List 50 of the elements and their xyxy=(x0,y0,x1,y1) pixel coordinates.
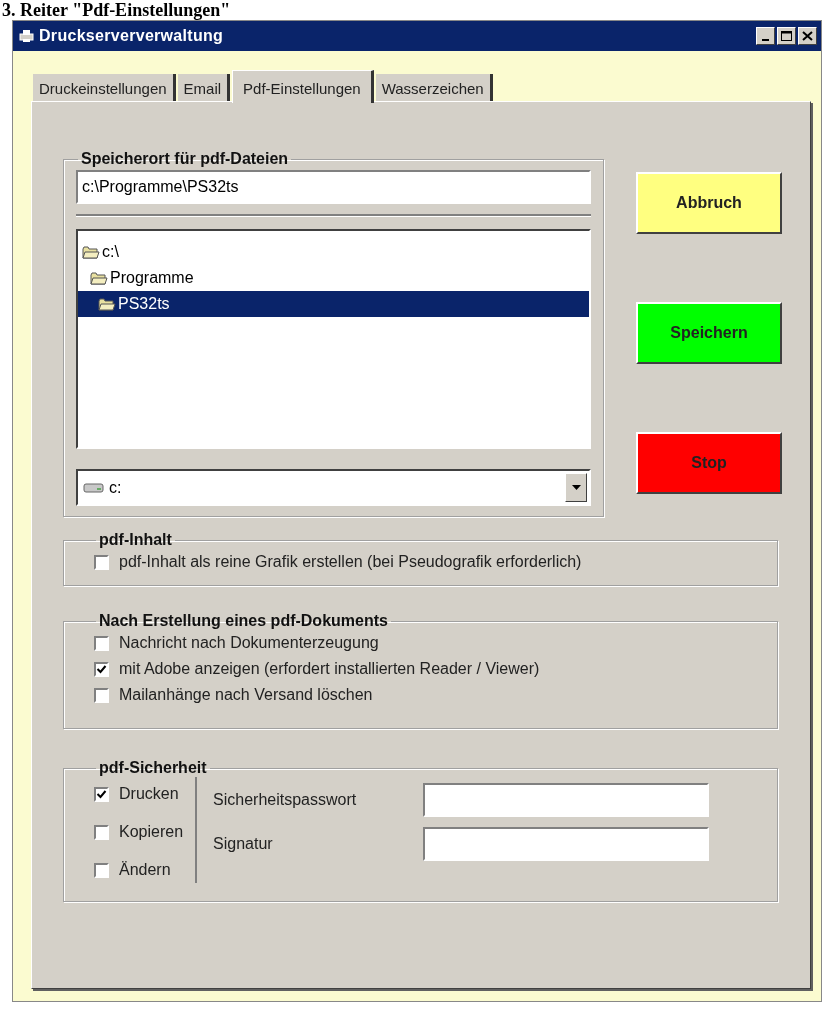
checkbox-label: Mailanhänge nach Versand löschen xyxy=(119,686,373,704)
close-icon xyxy=(800,29,815,43)
checkbox[interactable] xyxy=(94,862,109,878)
checkbox-label: pdf-Inhalt als reine Grafik erstellen (bei Pseudografik erforderlich) xyxy=(119,553,582,571)
tab[interactable]: Druckeinstellungen xyxy=(33,74,176,101)
group-title: pdf-Sicherheit xyxy=(98,759,208,777)
tree-item[interactable]: PS32ts xyxy=(78,291,589,317)
checkbox-label: Nachricht nach Dokumenterzeugung xyxy=(119,634,379,652)
checkbox-label: Kopieren xyxy=(119,823,184,841)
checkbox-label: mit Adobe anzeigen (erfordert installierten Reader / Viewer) xyxy=(119,660,540,678)
action-button[interactable]: Speichern xyxy=(636,302,782,364)
checkbox[interactable] xyxy=(94,554,109,570)
window-title: Druckserververwaltung xyxy=(39,27,225,45)
dropdown-arrow-button[interactable] xyxy=(565,473,587,502)
maximize-icon xyxy=(779,29,794,43)
page-heading: 3. Reiter "Pdf-Einstellungen" xyxy=(1,0,232,20)
folder-icon xyxy=(82,245,100,259)
path-field[interactable]: c:\Programme\PS32ts xyxy=(76,170,591,204)
caret-icon xyxy=(571,485,581,490)
tree-item[interactable]: Programme xyxy=(78,265,589,291)
maximize-button[interactable] xyxy=(777,27,796,45)
drive-icon xyxy=(83,481,105,494)
checkbox-label: Drucken xyxy=(119,785,179,803)
tab[interactable]: Wasserzeichen xyxy=(375,74,493,101)
folder-icon xyxy=(90,271,108,285)
checkbox[interactable] xyxy=(94,661,109,677)
field-label: Sicherheitspasswort xyxy=(213,791,358,809)
checkbox[interactable] xyxy=(94,824,109,840)
text-field[interactable] xyxy=(423,827,710,861)
action-button[interactable]: Stop xyxy=(636,432,782,494)
text-field[interactable] xyxy=(423,783,710,817)
group-title: Speicherort für pdf-Dateien xyxy=(80,150,290,168)
tab[interactable]: Pdf-Einstellungen xyxy=(232,70,374,103)
close-button[interactable] xyxy=(798,27,817,45)
checkbox[interactable] xyxy=(94,786,109,802)
printer-icon xyxy=(19,29,35,43)
field-label: Signatur xyxy=(213,835,274,853)
minimize-icon xyxy=(762,39,769,41)
folder-icon xyxy=(98,297,116,311)
group-title: pdf-Inhalt xyxy=(98,531,173,549)
tab[interactable]: Email xyxy=(177,74,231,101)
drive-dropdown[interactable]: c: xyxy=(76,469,591,506)
checkbox[interactable] xyxy=(94,635,109,651)
checkbox-label: Ändern xyxy=(119,861,171,879)
minimize-button[interactable] xyxy=(756,27,775,45)
group-title: Nach Erstellung eines pdf-Dokuments xyxy=(98,612,389,630)
tree-item[interactable]: c:\ xyxy=(78,239,589,265)
action-button[interactable]: Abbruch xyxy=(636,172,782,234)
checkbox[interactable] xyxy=(94,687,109,703)
dropdown-value: c: xyxy=(109,478,123,497)
